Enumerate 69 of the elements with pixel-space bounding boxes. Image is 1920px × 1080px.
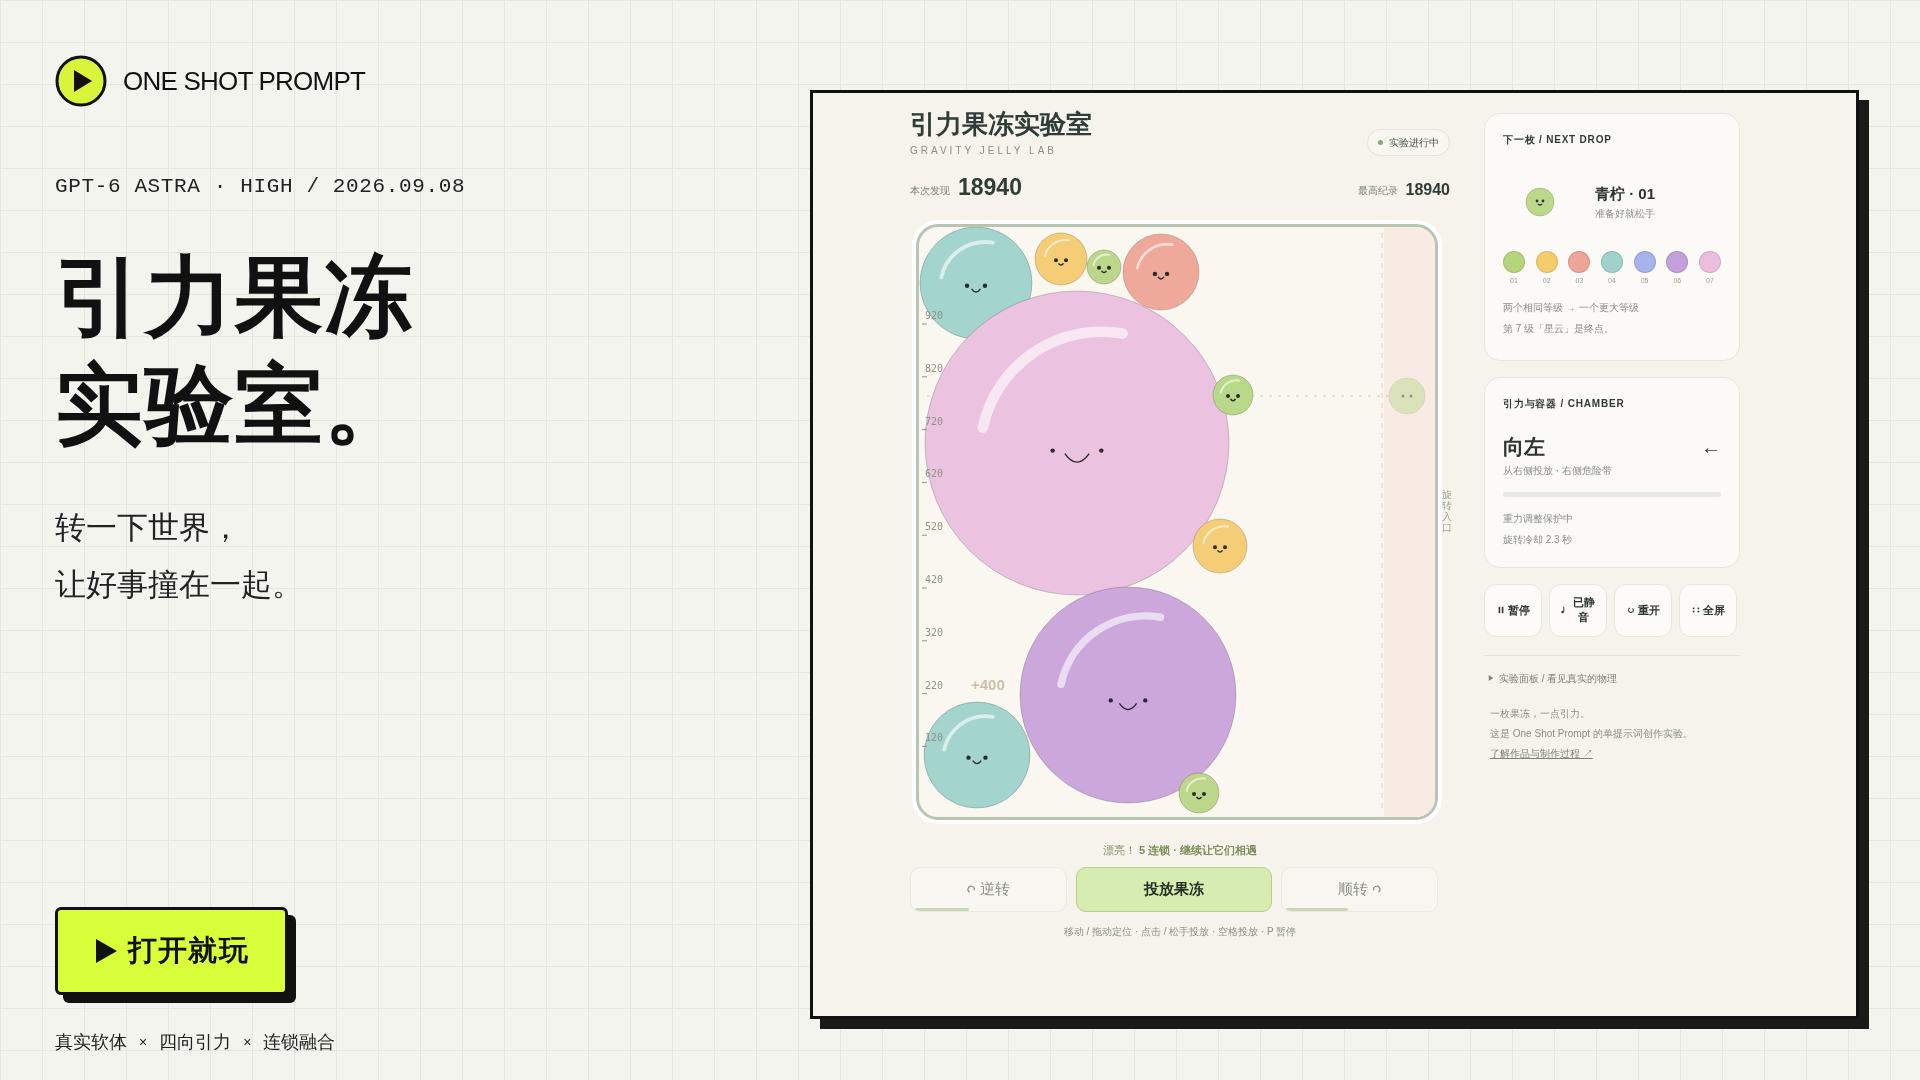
- axis-tick: [921, 429, 928, 431]
- axis-label: 320: [925, 626, 944, 638]
- restart-button[interactable]: 重开: [1614, 583, 1672, 637]
- status-dot-icon: [1378, 140, 1383, 145]
- experiment-panel-toggle[interactable]: 实验面板 / 看见真实的物理: [1484, 670, 1622, 686]
- feature-tag: 真实软体: [55, 1029, 127, 1056]
- feature-tag: 连锁融合: [263, 1029, 336, 1056]
- game-subtitle: GRAVITY JELLY LAB: [910, 144, 1058, 158]
- jelly-icon: [1525, 186, 1555, 217]
- fullscreen-button[interactable]: 全屏: [1679, 583, 1737, 637]
- axis-label: 820: [925, 362, 944, 374]
- combo-message: 漂亮！ 5 连锁 · 继续让它们相遇: [1102, 843, 1258, 858]
- axis-label: 620: [925, 468, 944, 480]
- separator: ×: [139, 1033, 148, 1052]
- score-popup: +400: [971, 676, 1005, 693]
- chamber-detail: 从右侧投放 · 右侧危险带: [1503, 463, 1612, 478]
- axis-label: 420: [925, 574, 944, 585]
- collapsed-caret-icon: [1488, 675, 1494, 681]
- fullscreen-icon: [1691, 606, 1700, 614]
- sound-button[interactable]: 已静音: [1549, 583, 1607, 637]
- tagline: 转一下世界，: [55, 508, 241, 547]
- keyboard-hint: 移动 / 拖动定位 · 点击 / 松手投放 · 空格投放 · P 暂停: [1062, 924, 1298, 939]
- card-heading: 引力与容器 / CHAMBER: [1503, 397, 1626, 411]
- axis-label: 720: [925, 415, 944, 427]
- headline: 实验室。: [55, 353, 415, 456]
- about-text: 一枚果冻，一点引力。: [1490, 706, 1590, 721]
- play-logo-icon: [55, 55, 107, 107]
- axis-tick: [921, 640, 928, 642]
- axis-tick: [921, 376, 928, 378]
- score-label: 本次发现: [910, 184, 950, 198]
- direction-arrow: ←: [1701, 434, 1721, 460]
- entry-label: 旋转入口: [1442, 489, 1452, 533]
- pause-icon: [1496, 606, 1505, 614]
- separator: ×: [243, 1033, 252, 1052]
- status-pill: 实验进行中: [1367, 129, 1450, 156]
- chamber-note: 旋转冷却 2.3 秒: [1503, 532, 1573, 547]
- game-title: 引力果冻实验室: [910, 108, 1092, 141]
- pause-button[interactable]: 暂停: [1484, 583, 1542, 637]
- best-label: 最高纪录: [1357, 184, 1398, 198]
- about-text: 这是 One Shot Prompt 的单提示词创作实验。: [1490, 726, 1693, 741]
- brand-name: ONE SHOT PROMPT: [123, 64, 366, 98]
- headline: 引力果冻: [55, 245, 415, 348]
- best-value: 18940: [1405, 180, 1450, 200]
- rule-text: 第 7 级「星云」是终点。: [1503, 322, 1615, 336]
- feature-tag: 四向引力: [159, 1029, 232, 1056]
- score-value: 18940: [958, 174, 1022, 200]
- card-heading: 下一枚 / NEXT DROP: [1503, 133, 1613, 147]
- axis-tick: [921, 323, 928, 325]
- axis-label: 120: [925, 732, 944, 744]
- chamber-note: 重力调整保护中: [1503, 511, 1573, 526]
- axis-tick: [921, 481, 928, 483]
- ghost-jelly: [1388, 377, 1426, 415]
- music-note-icon: [1558, 606, 1567, 614]
- play-icon: [93, 938, 118, 964]
- axis-tick: [921, 534, 928, 536]
- axis-label: 520: [925, 521, 944, 533]
- axis-label: 220: [925, 679, 944, 691]
- axis-tick: [921, 693, 928, 695]
- rule-text: 两个相同等级 → 一个更大等级: [1503, 301, 1639, 315]
- jelly-note: 准备好就松手: [1595, 206, 1655, 221]
- restart-icon: [1626, 606, 1635, 614]
- tagline: 让好事撞在一起。: [55, 565, 303, 604]
- jelly-name: 青柠 · 01: [1595, 184, 1655, 204]
- model-date-line: GPT-6 ASTRA · HIGH / 2026.09.08: [55, 174, 467, 200]
- axis-tick: [921, 587, 928, 589]
- axis-tick: [921, 745, 928, 747]
- gravity-direction: 向左: [1503, 434, 1545, 460]
- about-link[interactable]: 了解作品与制作过程 ↗: [1490, 745, 1593, 761]
- drop-button[interactable]: 投放果冻: [1076, 866, 1272, 912]
